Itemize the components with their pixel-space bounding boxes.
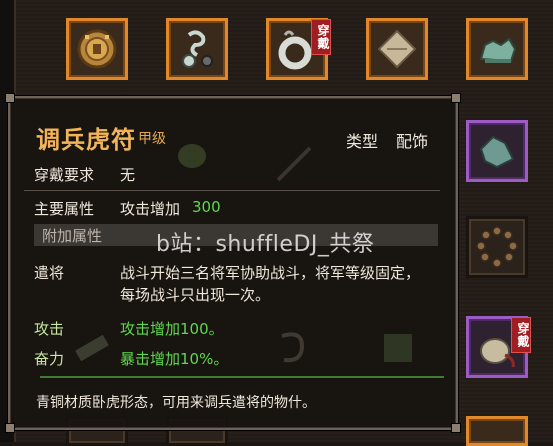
fury-label: 奋力 (34, 350, 65, 368)
attack-label: 攻击 (34, 320, 65, 338)
jade-hook-icon (182, 30, 213, 68)
equipped-badge: 穿戴 (511, 317, 531, 353)
fury-value: 暴击增加10%。 (120, 350, 229, 368)
tooltip-corner (5, 93, 15, 103)
general-skill-text-line2: 每场战斗只出现一次。 (120, 286, 271, 304)
inventory-slot-4[interactable] (366, 18, 428, 80)
attack-value: 攻击增加100。 (120, 320, 224, 338)
divider (40, 376, 444, 378)
inventory-slot-5[interactable] (466, 18, 528, 80)
general-skill-label: 遣将 (34, 264, 65, 282)
faded-feather-icon (276, 146, 312, 182)
divider (24, 190, 440, 191)
tooltip-corner (451, 93, 461, 103)
item-type-value: 配饰 (396, 132, 429, 151)
watermark: b站：shuffleDJ_共祭 (156, 232, 375, 257)
requirement-label: 穿戴要求 (34, 166, 95, 184)
item-name: 调兵虎符 (36, 126, 136, 154)
item-type-label: 类型 (346, 132, 379, 151)
inventory-slot-3[interactable]: 穿戴 (266, 18, 331, 80)
extra-attribute-label: 附加属性 (42, 227, 103, 245)
inventory-slot-7[interactable] (466, 216, 528, 278)
prayer-beads-icon (476, 226, 518, 268)
inventory-slot-6[interactable] (466, 120, 528, 182)
tiger-tally-medallion-icon (77, 29, 117, 69)
general-skill-text-line1: 战斗开始三名将军协助战斗，将军等级固定， (120, 264, 421, 282)
item-grade: 甲级 (138, 131, 166, 147)
cloth-scroll-icon (377, 29, 417, 69)
main-attribute-text: 攻击增加 (120, 200, 181, 218)
item-tooltip: 调兵虎符 甲级 类型 配饰 穿戴要求 无 主要属性 攻击增加 300 附加属性 … (5, 93, 461, 433)
faded-jade-icon (384, 334, 412, 362)
inventory-slot-8[interactable]: 穿戴 (466, 316, 531, 378)
tooltip-corner (5, 423, 15, 433)
jade-beast-figurine-icon (479, 37, 517, 63)
faded-pouch-icon (178, 144, 206, 168)
main-attribute-label: 主要属性 (34, 200, 95, 218)
inventory-slot-1[interactable] (66, 18, 128, 80)
item-description: 青铜材质卧虎形态，可用来调兵遣将的物什。 (36, 395, 316, 411)
tooltip-corner (451, 423, 461, 433)
main-attribute-value: 300 (192, 198, 221, 216)
inventory-slot-2[interactable] (166, 18, 228, 80)
faded-scroll-icon (75, 334, 109, 362)
equipped-badge: 穿戴 (311, 19, 331, 55)
requirement-value: 无 (120, 166, 136, 184)
faded-hook-icon (281, 332, 305, 363)
jade-shards-icon (479, 135, 515, 169)
